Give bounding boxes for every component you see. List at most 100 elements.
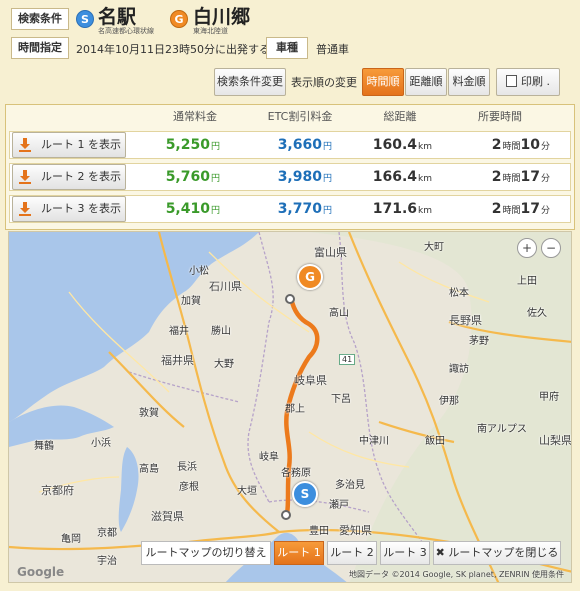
etc-fare-value: 3,770円 <box>277 201 332 217</box>
sort-by-time-button[interactable]: 時間順 <box>362 68 404 96</box>
goal-marker-icon: G <box>170 10 188 28</box>
map-label: 敦賀 <box>139 408 159 419</box>
header-distance: 総距離 <box>383 110 417 123</box>
zoom-in-icon[interactable]: + <box>517 238 537 258</box>
header-duration: 所要時間 <box>478 110 522 123</box>
map-label: 甲府 <box>539 392 559 403</box>
goal-ic-dot <box>285 294 295 304</box>
map-label: 加賀 <box>181 296 201 307</box>
etc-fare-value: 3,660円 <box>277 137 332 153</box>
start-pin-icon[interactable]: S <box>292 481 318 507</box>
map-route-2-button[interactable]: ルート 2 <box>327 541 377 565</box>
map-label: 山梨県 <box>539 434 572 447</box>
duration-value: 2時間17分 <box>491 201 550 217</box>
map-label: 宇治 <box>97 556 117 567</box>
car-type-label: 車種 <box>266 37 308 59</box>
map-label: 大町 <box>424 242 444 253</box>
start-marker-icon: S <box>76 10 94 28</box>
goal-station-sub: 東海北陸道 <box>193 27 228 35</box>
normal-fare-value: 5,410円 <box>165 201 220 217</box>
close-route-map-button[interactable]: ✖ ルートマップを閉じる <box>433 541 561 565</box>
map-label: 京都府 <box>41 484 74 497</box>
map-label: 滋賀県 <box>151 510 184 523</box>
normal-fare-value: 5,250円 <box>165 137 220 153</box>
start-station-sub: 名高速都心環状線 <box>98 27 154 35</box>
show-route-1-button[interactable]: ルート 1 を表示 <box>12 132 126 158</box>
start-station-name: 名駅 <box>98 6 137 28</box>
duration-value: 2時間17分 <box>491 169 550 185</box>
goal-pin-icon[interactable]: G <box>297 264 323 290</box>
map-label: 長浜 <box>177 462 197 473</box>
search-header: 検索条件 S 名駅 名高速都心環状線 G 白川郷 東海北陸道 時間指定 2014… <box>0 0 580 72</box>
download-arrow-icon <box>19 138 31 152</box>
header-etc-fare: ETC割引料金 <box>267 110 333 123</box>
map-label: 福井 <box>169 326 189 337</box>
route-row: ルート 1 を表示 5,250円 3,660円 160.4km 2時間10分 <box>9 131 571 159</box>
google-logo: Google <box>17 565 65 579</box>
time-spec-label: 時間指定 <box>11 37 69 59</box>
map-label: 愛知県 <box>339 524 372 537</box>
map-label: 大野 <box>214 359 234 370</box>
route-number-badge: 41 <box>339 354 356 365</box>
map-label: 長野県 <box>449 314 482 327</box>
map-label: 伊那 <box>439 396 459 407</box>
sort-by-distance-button[interactable]: 距離順 <box>405 68 447 96</box>
download-arrow-icon <box>19 170 31 184</box>
distance-value: 160.4km <box>372 137 432 153</box>
download-arrow-icon <box>19 202 31 216</box>
normal-fare-value: 5,760円 <box>165 169 220 185</box>
show-route-3-button[interactable]: ルート 3 を表示 <box>12 196 126 222</box>
zoom-out-icon[interactable]: − <box>541 238 561 258</box>
show-route-2-button[interactable]: ルート 2 を表示 <box>12 164 126 190</box>
map-label: 富山県 <box>314 246 347 259</box>
map-label: 高島 <box>139 464 159 475</box>
map-label: 勝山 <box>211 326 231 337</box>
distance-value: 171.6km <box>372 201 432 217</box>
map-label: 岐阜 <box>259 452 279 463</box>
change-search-button[interactable]: 検索条件変更 <box>214 68 286 96</box>
map-label: 京都 <box>97 528 117 539</box>
route-switch-label: ルートマップの切り替え <box>141 541 271 565</box>
map-copyright: 地図データ ©2014 Google, SK planet, ZENRIN 使用… <box>349 570 564 579</box>
sort-by-fare-button[interactable]: 料金順 <box>448 68 490 96</box>
map-label: 亀岡 <box>61 534 81 545</box>
route-map[interactable]: 富山県 石川県 福井県 岐阜県 長野県 滋賀県 京都府 愛知県 山梨県 小松 加… <box>8 231 572 583</box>
map-label: 豊田 <box>309 526 329 537</box>
map-label: 大垣 <box>237 486 257 497</box>
map-label: 茅野 <box>469 336 489 347</box>
map-label: 南アルプス <box>477 424 527 435</box>
map-label: 舞鶴 <box>34 441 54 452</box>
map-label: 石川県 <box>209 280 242 293</box>
time-spec-value: 2014年10月11日23時50分に出発する <box>76 43 270 56</box>
map-label: 小浜 <box>91 438 111 449</box>
map-label: 松本 <box>449 288 469 299</box>
map-label: 高山 <box>329 308 349 319</box>
map-label: 中津川 <box>359 436 389 447</box>
map-route-3-button[interactable]: ルート 3 <box>380 541 430 565</box>
route-row: ルート 2 を表示 5,760円 3,980円 166.4km 2時間17分 <box>9 163 571 191</box>
map-label: 郡上 <box>285 404 305 415</box>
print-button[interactable]: 印刷 . <box>496 68 560 96</box>
map-label: 多治見 <box>335 480 365 491</box>
map-label: 上田 <box>517 276 537 287</box>
header-normal-fare: 通常料金 <box>173 110 217 123</box>
map-label: 岐阜県 <box>294 374 327 387</box>
car-type-value: 普通車 <box>316 43 349 56</box>
goal-station-name: 白川郷 <box>193 6 251 28</box>
route-row: ルート 3 を表示 5,410円 3,770円 171.6km 2時間17分 <box>9 195 571 223</box>
print-icon <box>506 75 517 87</box>
map-label: 瀬戸 <box>329 500 349 511</box>
distance-value: 166.4km <box>372 169 432 185</box>
map-route-1-button[interactable]: ルート 1 <box>274 541 324 565</box>
map-label: 飯田 <box>425 436 445 447</box>
duration-value: 2時間10分 <box>491 137 550 153</box>
map-label: 小松 <box>189 266 209 277</box>
map-label: 下呂 <box>331 394 351 405</box>
close-icon: ✖ <box>435 546 445 559</box>
map-label: 福井県 <box>161 354 194 367</box>
map-label: 彦根 <box>179 482 199 493</box>
print-label: 印刷 . <box>521 75 550 88</box>
map-label: 佐久 <box>527 308 547 319</box>
route-map-switch-bar: ルートマップの切り替え ルート 1 ルート 2 ルート 3 ✖ ルートマップを閉… <box>141 539 565 567</box>
start-ic-dot <box>281 510 291 520</box>
